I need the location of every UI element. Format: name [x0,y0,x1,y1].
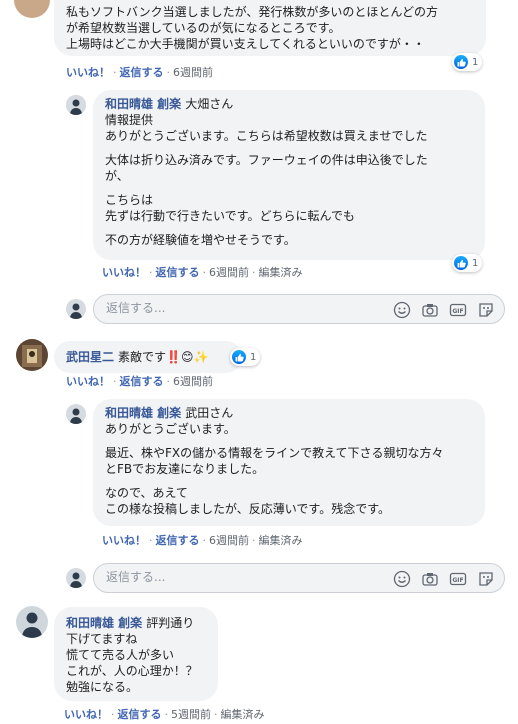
emoji-icon[interactable] [392,300,412,320]
author-name[interactable]: 和田晴雄 創楽 [105,97,181,111]
comment-bubble: 武田星二 素敵です‼️😊✨ [54,341,242,373]
like-icon [232,350,246,364]
comment-line: が希望枚数当選しているのが気になるところです。 [66,21,341,35]
reaction-count: 1 [472,257,479,269]
author-name[interactable]: 和田晴雄 創楽 [105,406,181,420]
author-name[interactable]: 和田晴雄 創楽 [66,616,142,630]
reply-line: とFBでお友達になりました。 [105,462,265,476]
reply-link[interactable]: 返信する [118,708,162,721]
reply-line: こちらは [105,193,154,207]
comment-line: これが、人の心理か！？ [66,664,198,678]
avatar[interactable] [14,0,50,18]
like-link[interactable]: いいね！ [64,708,108,721]
like-link[interactable]: いいね！ [102,534,146,547]
svg-text:GIF: GIF [452,577,463,584]
comment-bubble: 和田晴雄 創楽 評判通り 下げてますね 慌てて売る人が多い これが、人の心理か！？… [54,607,218,701]
reply-line: が、 [105,169,129,183]
camera-icon[interactable] [420,300,440,320]
like-link[interactable]: いいね！ [66,66,110,79]
my-avatar[interactable] [66,299,86,319]
edited-label[interactable]: 編集済み [259,266,303,279]
reply-line: 情報提供 [105,113,154,127]
my-avatar[interactable] [66,568,86,588]
comment-line: 評判通り [146,616,195,630]
comment-actions: いいね！ · 返信する · 6週間前 [66,375,213,388]
comment-line: 勉強になる。 [66,680,139,694]
reaction-badge[interactable]: 1 [452,254,483,272]
camera-icon[interactable] [420,569,440,589]
avatar[interactable] [66,95,86,115]
comment-line: 上場時はどこか大手機関が買い支えしてくれるといいのですが・・ [66,37,425,51]
timestamp[interactable]: 6週間前 [173,375,213,388]
reply-line: 最近、株やFXの儲かる情報をラインで教えて下さる親切な方々 [105,446,444,460]
comment-line: 慌てて売る人が多い [66,648,175,662]
reply-line: ありがとうございます。こちらは希望枚数は買えませでした [105,129,428,143]
gif-icon[interactable]: GIF [448,300,468,320]
comment-line: 私もソフトバンク当選しましたが、発行株数が多いのとほとんどの方 [66,5,439,19]
reply-input[interactable] [104,300,358,316]
mention[interactable]: 武田さん [185,406,233,420]
gif-icon[interactable]: GIF [448,569,468,589]
timestamp[interactable]: 5週間前 [171,708,211,721]
like-icon [454,256,468,270]
edited-label[interactable]: 編集済み [221,708,265,721]
sticker-icon[interactable] [476,300,496,320]
reply-link[interactable]: 返信する [120,66,164,79]
reply-bubble: 和田晴雄 創楽 武田さん ありがとうございます。 最近、株やFXの儲かる情報をライ… [93,399,485,526]
reaction-badge[interactable]: 1 [452,53,483,71]
mention[interactable]: 大畑さん [185,97,233,111]
reply-actions: いいね！ · 返信する · 6週間前 · 編集済み [102,266,303,279]
timestamp[interactable]: 6週間前 [173,66,213,79]
reply-link[interactable]: 返信する [120,375,164,388]
sticker-icon[interactable] [476,569,496,589]
like-icon [454,55,468,69]
comment-line: 下げてますね [66,632,138,646]
reaction-count: 1 [250,351,257,363]
emoji-icon[interactable] [392,569,412,589]
reply-link[interactable]: 返信する [156,534,200,547]
reply-bubble: 和田晴雄 創楽 大畑さん 情報提供 ありがとうございます。こちらは希望枚数は買えま… [93,90,485,260]
comment-bubble: 私もソフトバンク当選しましたが、発行株数が多いのとほとんどの方 が希望枚数当選し… [54,0,486,56]
reply-actions: いいね！ · 返信する · 6週間前 · 編集済み [102,534,303,547]
reaction-count: 1 [472,56,479,68]
reply-input[interactable] [104,569,358,585]
reply-input-box[interactable]: GIF [93,563,505,593]
avatar[interactable] [66,404,86,424]
avatar[interactable] [16,606,48,638]
like-link[interactable]: いいね！ [102,266,146,279]
svg-text:GIF: GIF [452,308,463,315]
reply-line: ありがとうございます。 [105,422,236,436]
comment-actions: いいね！ · 返信する · 5週間前 · 編集済み [64,708,265,721]
reply-line: 不の方が経験値を増やせそうです。 [105,233,296,247]
timestamp[interactable]: 6週間前 [209,266,249,279]
edited-label[interactable]: 編集済み [259,534,303,547]
like-link[interactable]: いいね！ [66,375,110,388]
reply-line: なので、あえて [105,486,188,500]
author-name[interactable]: 武田星二 [66,350,114,364]
comment-actions: いいね！ · 返信する · 6週間前 [66,66,213,79]
reply-line: 先ずは行動で行きたいです。どちらに転んでも [105,209,355,223]
reply-line: 大体は折り込み済みです。ファーウェイの件は申込後でした [105,153,428,167]
reply-link[interactable]: 返信する [156,266,200,279]
avatar[interactable] [16,339,48,371]
reply-line: この様な投稿しましたが、反応薄いです。残念です。 [105,502,391,516]
reply-input-box[interactable]: GIF [93,294,505,324]
reaction-badge[interactable]: 1 [230,348,261,366]
timestamp[interactable]: 6週間前 [209,534,249,547]
comment-text: 素敵です‼️😊✨ [118,350,209,364]
